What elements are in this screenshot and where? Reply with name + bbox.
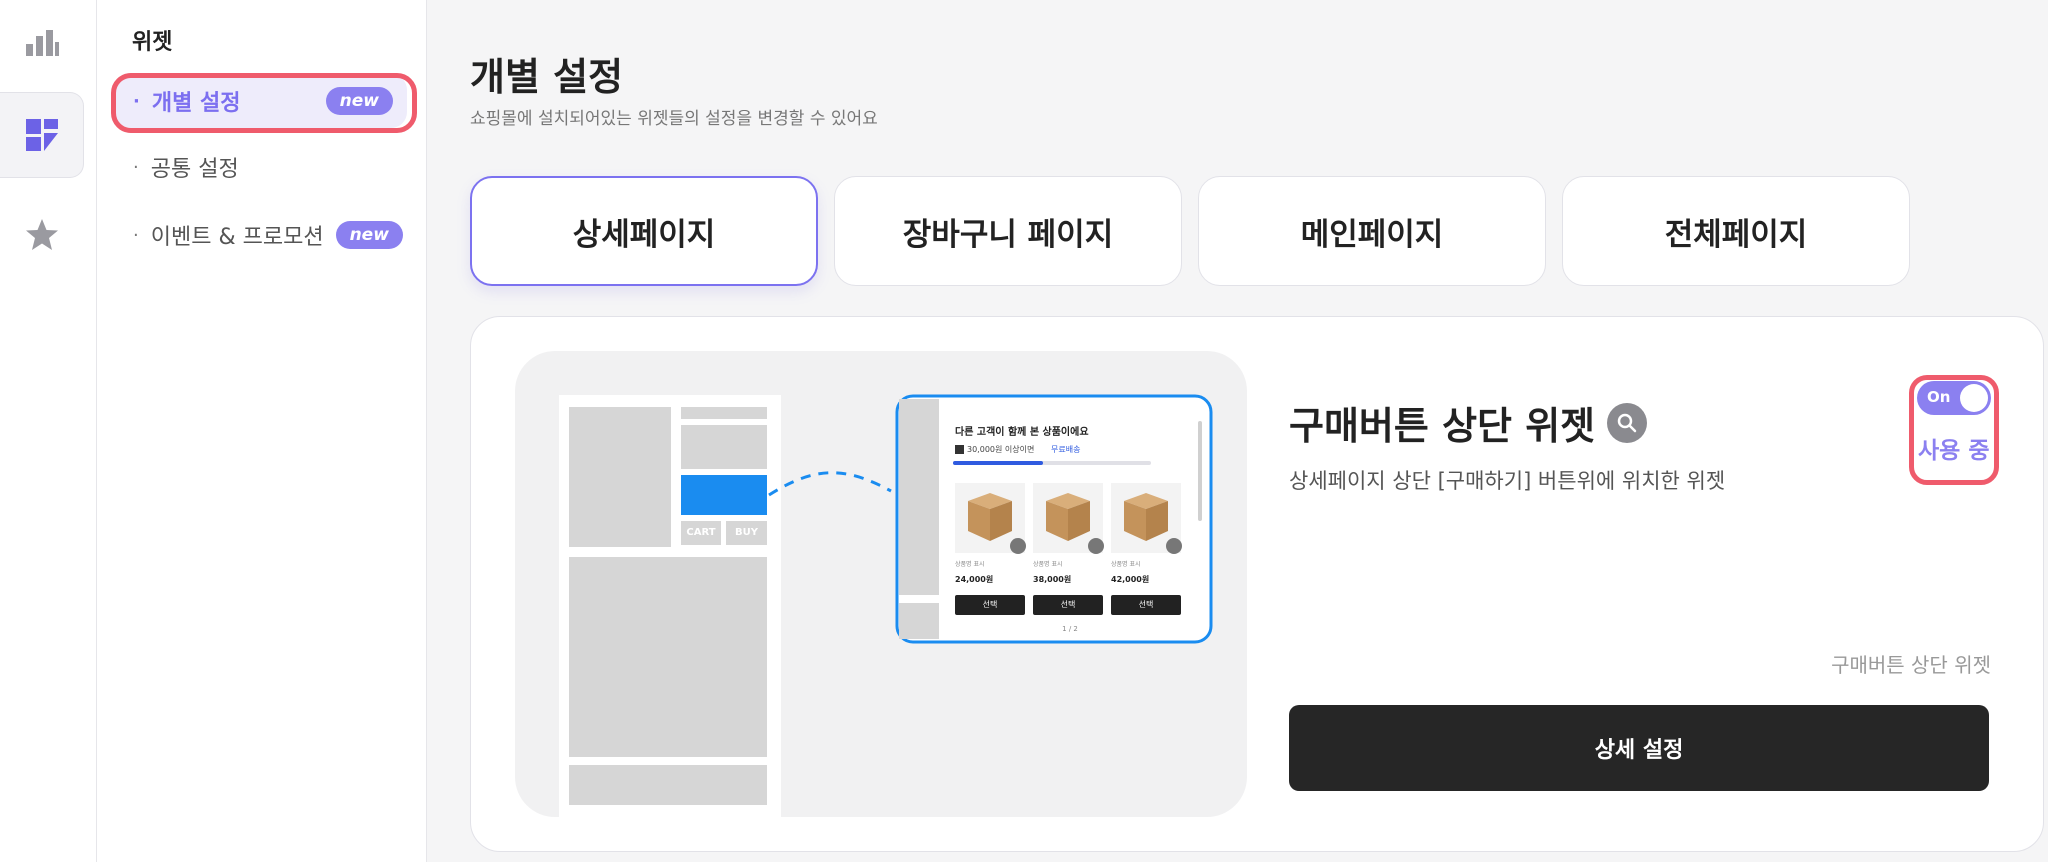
shipping-text: 30,000원 이상이면 [967,445,1035,454]
tab-all-pages[interactable]: 전체페이지 [1562,176,1910,286]
cart-label: CART [686,527,716,538]
product-price: 42,000원 [1111,575,1150,584]
menu-item-events-promotions[interactable]: · 이벤트 & 프로모션 new [115,208,407,262]
shipping-highlight: 무료배송 [1051,445,1081,454]
widget-caption: 구매버튼 상단 위젯 [1831,653,1991,677]
widget-card: CART BUY 다른 고객이 함께 본 상품이에요 30,000원 이상이면 … [470,316,2044,852]
product-price: 24,000원 [955,575,994,584]
menu-item-common-settings[interactable]: · 공통 설정 [115,140,407,194]
rail-item-stats[interactable] [0,0,84,86]
submenu-title: 위젯 [132,30,173,55]
icon-rail [0,0,97,862]
toggle-status-label: 사용 중 [1918,438,1990,464]
product-price: 38,000원 [1033,575,1072,584]
page-title: 개별 설정 [470,55,624,99]
widget-preview-illustration: CART BUY 다른 고객이 함께 본 상품이에요 30,000원 이상이면 … [515,351,1247,817]
widget-title: 구매버튼 상단 위젯 [1289,404,1596,448]
menu-item-label: 이벤트 & 프로모션 [150,225,324,250]
bullet: · [133,156,139,178]
product-name: 상품명 표시 [1033,561,1063,568]
detail-settings-button[interactable]: 상세 설정 [1289,705,1989,791]
highlight-outline [111,73,417,133]
tab-detail-page[interactable]: 상세페이지 [470,176,818,286]
menu-item-label: 공통 설정 [150,157,239,182]
rail-item-favorites[interactable] [0,192,84,278]
product-name: 상품명 표시 [1111,561,1141,568]
product-select-button: 선택 [982,600,998,609]
star-icon [26,219,58,250]
tab-main-page[interactable]: 메인페이지 [1198,176,1546,286]
rail-item-widgets[interactable] [0,92,84,178]
product-name: 상품명 표시 [955,561,985,568]
widget-description: 상세페이지 상단 [구매하기] 버튼위에 위치한 위젯 [1289,469,1726,493]
pager: 1 / 2 [1062,625,1078,633]
widget-enable-toggle[interactable]: On [1917,381,1991,415]
toggle-knob [1960,384,1988,412]
tab-cart-page[interactable]: 장바구니 페이지 [834,176,1182,286]
page-subtitle: 쇼핑몰에 설치되어있는 위젯들의 설정을 변경할 수 있어요 [470,109,878,129]
bar-chart-icon [26,30,59,56]
widget-title-row: 구매버튼 상단 위젯 [1289,395,1648,450]
dashboard-icon [25,119,58,151]
product-select-button: 선택 [1060,600,1076,609]
bullet: · [133,224,139,246]
search-icon [1617,413,1637,432]
toggle-text: On [1927,388,1951,406]
buy-label: BUY [735,527,758,538]
new-badge: new [335,221,403,249]
product-select-button: 선택 [1138,600,1154,609]
popup-title: 다른 고객이 함께 본 상품이에요 [955,427,1089,438]
preview-zoom-button[interactable] [1607,402,1648,443]
